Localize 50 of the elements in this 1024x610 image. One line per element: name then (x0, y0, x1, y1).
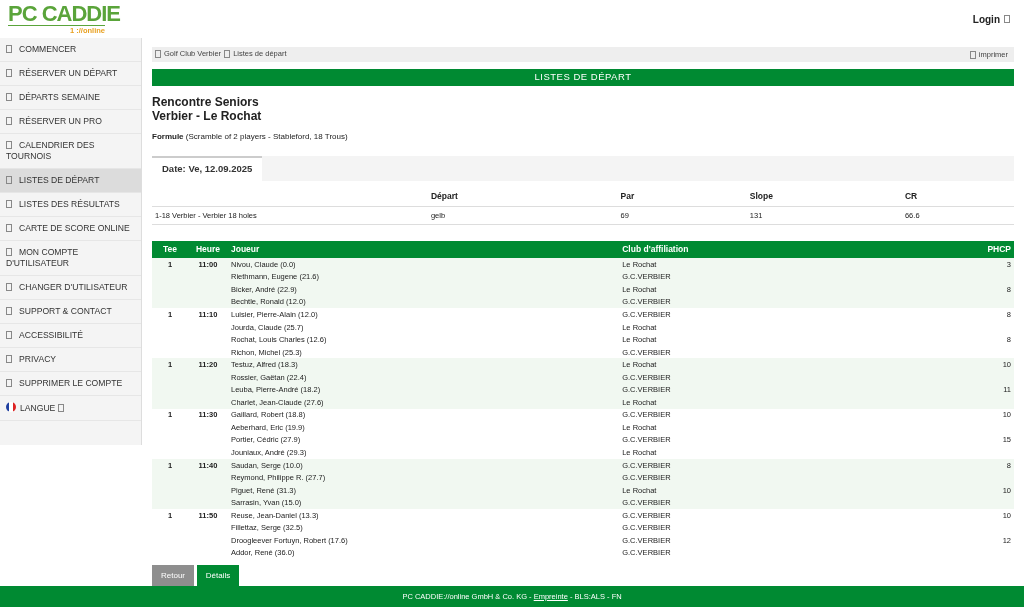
login-link[interactable]: Login (972, 11, 1010, 27)
column-header: Slope (746, 187, 902, 207)
placeholder-glyph-icon (6, 379, 12, 387)
date-tab[interactable]: Date: Ve, 12.09.2025 (152, 156, 263, 181)
column-header: CR (901, 187, 1014, 207)
placeholder-glyph-icon (224, 49, 231, 58)
placeholder-glyph-icon (57, 404, 64, 412)
column-header: Joueur (228, 241, 620, 258)
column-header: Départ (427, 187, 618, 207)
placeholder-glyph-icon (6, 283, 12, 291)
sidebar-item[interactable]: LISTES DE DÉPART (0, 169, 141, 193)
sidebar-item[interactable]: ACCESSIBILITÉ (0, 324, 141, 348)
placeholder-glyph-icon (6, 200, 12, 208)
placeholder-glyph-icon (6, 93, 12, 101)
column-header: Par (617, 187, 747, 207)
formula-text: Formule (Scramble of 2 players - Stableford, 18 Trous) (152, 131, 349, 143)
page-title: Verbier - Le Rochat (152, 109, 263, 123)
section-banner: LISTES DE DÉPART (152, 69, 1014, 86)
placeholder-glyph-icon (155, 49, 161, 58)
sidebar-item[interactable]: PRIVACY (0, 348, 141, 372)
sidebar-item[interactable]: CHANGER D'UTILISATEUR (0, 276, 141, 300)
column-header: Club d'affiliation (619, 241, 964, 258)
placeholder-glyph-icon (6, 45, 12, 53)
placeholder-glyph-icon (6, 307, 12, 315)
sidebar-item[interactable]: MON COMPTE D'UTILISATEUR (0, 241, 141, 276)
sidebar-item[interactable]: CARTE DE SCORE ONLINE (0, 217, 141, 241)
sidebar-item[interactable]: RÉSERVER UN DÉPART (0, 62, 141, 86)
page-title: Rencontre Seniors (152, 95, 260, 109)
sidebar-item[interactable]: SUPPRIMER LE COMPTE (0, 372, 141, 396)
placeholder-glyph-icon (6, 331, 12, 339)
details-button[interactable]: Détails (197, 565, 239, 587)
sidebar-item[interactable]: RÉSERVER UN PRO (0, 110, 141, 134)
placeholder-glyph-icon (6, 141, 12, 149)
placeholder-glyph-icon (6, 117, 12, 125)
column-header: Tee (152, 241, 188, 258)
placeholder-glyph-icon (6, 69, 12, 77)
placeholder-glyph-icon (969, 50, 976, 59)
sidebar-item[interactable]: LISTES DES RÉSULTATS (0, 193, 141, 217)
placeholder-glyph-icon (6, 224, 12, 232)
column-header: PHCP (964, 241, 1014, 258)
placeholder-glyph-icon (6, 248, 12, 256)
sidebar-item[interactable]: LANGUE (0, 396, 141, 421)
column-header: Heure (188, 241, 228, 258)
sidebar-item[interactable]: SUPPORT & CONTACT (0, 300, 141, 324)
placeholder-glyph-icon (1004, 15, 1010, 23)
sidebar-item[interactable]: DÉPARTS SEMAINE (0, 86, 141, 110)
flag-icon (6, 402, 16, 412)
placeholder-glyph-icon (6, 355, 12, 363)
sidebar-item[interactable]: COMMENCER (0, 38, 141, 62)
placeholder-glyph-icon (6, 176, 12, 184)
